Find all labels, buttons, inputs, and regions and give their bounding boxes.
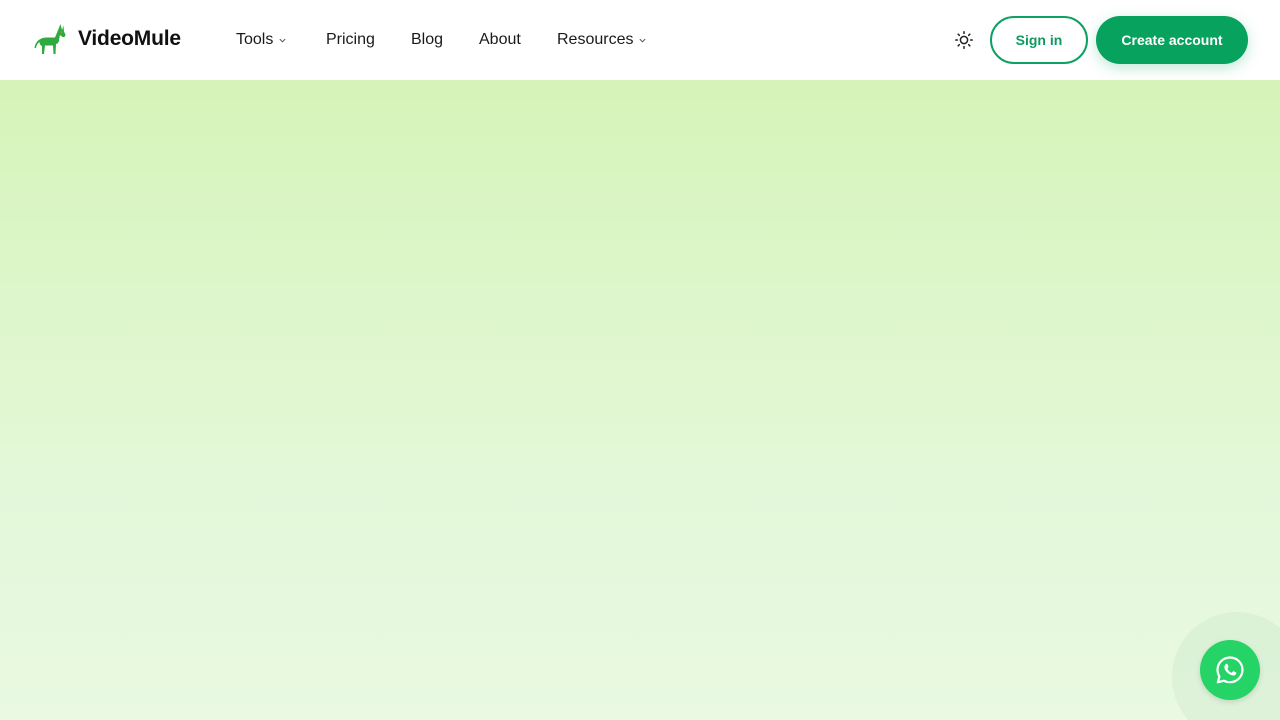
chevron-down-icon [639, 38, 647, 43]
sun-icon [955, 31, 973, 49]
theme-toggle-button[interactable] [952, 28, 976, 52]
nav-about-label: About [479, 31, 521, 48]
nav-pricing[interactable]: Pricing [326, 29, 375, 51]
logo-link[interactable]: VideoMule [33, 22, 181, 56]
mule-icon [34, 24, 66, 54]
nav-resources-label: Resources [557, 31, 634, 48]
nav-blog-label: Blog [411, 31, 444, 48]
nav-about[interactable]: About [479, 29, 521, 51]
nav-tools[interactable]: Tools [236, 29, 287, 51]
nav-tools-label: Tools [236, 31, 274, 48]
nav-resources[interactable]: Resources [557, 29, 647, 51]
nav-pricing-label: Pricing [326, 31, 375, 48]
create-account-button[interactable]: Create account [1096, 16, 1248, 64]
chevron-down-icon [279, 38, 286, 43]
site-header: VideoMule Tools Pricing Blog About Resou… [0, 0, 1280, 80]
whatsapp-chat-button[interactable] [1200, 640, 1260, 700]
sign-in-button[interactable]: Sign in [990, 16, 1088, 64]
hero-section [0, 80, 1280, 720]
whatsapp-icon [1216, 656, 1244, 684]
nav-blog[interactable]: Blog [411, 29, 443, 51]
brand-name: VideoMule [78, 27, 181, 50]
